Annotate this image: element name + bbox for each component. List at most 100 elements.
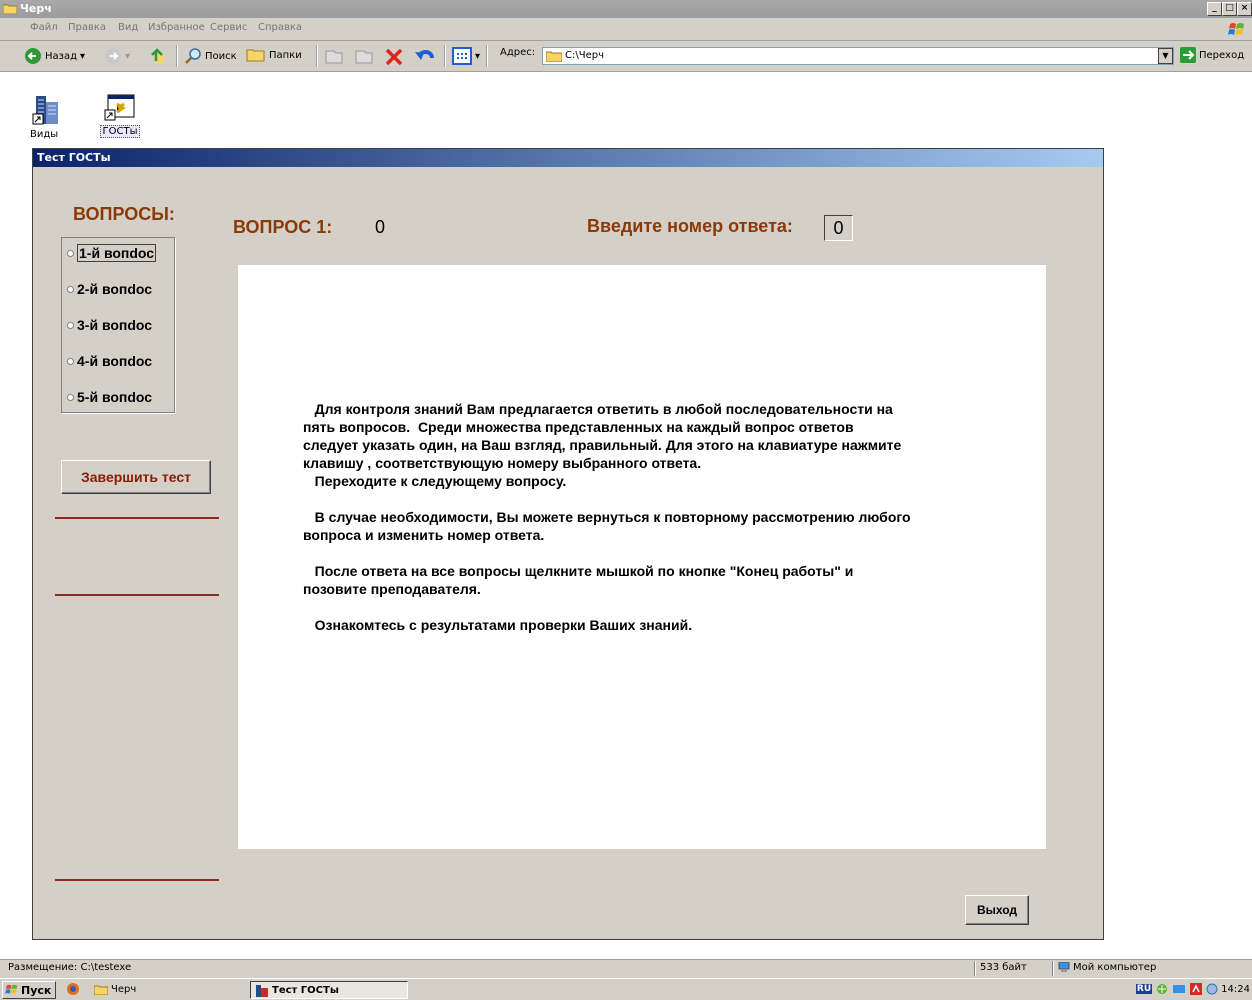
question-radio-label: 3-й вопdос (77, 317, 153, 333)
answer-prompt: Введите номер ответа: (587, 216, 793, 236)
buildings-shortcut-icon (32, 96, 58, 125)
radio-circle-icon (67, 321, 74, 329)
radio-circle-icon (67, 249, 74, 257)
my-computer-icon (1058, 962, 1070, 972)
chevron-down-icon: ▾ (80, 50, 86, 62)
up-folder-icon (150, 48, 164, 63)
taskbar-item-test-gosts[interactable]: Тест ГОСТы (250, 981, 408, 999)
desktop-icon-label: Виды (30, 129, 59, 140)
instructions-panel: Для контроля знаний Вам предлагается отв… (238, 265, 1046, 849)
go-button[interactable]: Переход (1180, 47, 1244, 63)
dialog-title: Тест ГОСТы (37, 151, 111, 164)
start-label: Пуск (21, 983, 52, 997)
questions-radio-group: 1-й вопdос 2-й вопdос 3-й вопdос 4-й воп… (61, 237, 175, 413)
question-radio-2[interactable]: 2-й вопdос (67, 278, 152, 300)
clock-icon[interactable] (1206, 983, 1218, 995)
divider-line (55, 879, 219, 881)
desktop-icon-label: ГОСТы (100, 125, 140, 138)
test-dialog: Тест ГОСТы ВОПРОСЫ: ВОПРОС 1: 0 Введите … (32, 148, 1104, 940)
address-field[interactable]: C:\Черч (542, 47, 1174, 65)
question-radio-label: 1-й вопdос (77, 244, 157, 262)
status-zone-label: Мой компьютер (1073, 962, 1157, 973)
quicklaunch-browser-icon[interactable] (66, 981, 80, 997)
address-value: C:\Черч (565, 50, 604, 61)
go-label: Переход (1199, 49, 1245, 61)
language-indicator[interactable]: RU (1135, 984, 1153, 994)
status-size: 533 байт (980, 962, 1027, 973)
antivirus-icon[interactable] (1189, 982, 1203, 996)
answer-number-field[interactable]: 0 (824, 215, 853, 241)
go-arrow-icon (1180, 47, 1196, 63)
move-to-button[interactable] (324, 47, 344, 65)
firefox-icon (67, 983, 79, 995)
copy-to-icon (355, 50, 373, 64)
start-button[interactable]: Пуск (2, 981, 56, 999)
connection-icon[interactable] (1172, 982, 1186, 996)
menu-file[interactable]: Файл (30, 22, 58, 33)
radio-circle-icon (67, 285, 74, 293)
question-radio-label: 5-й вопdос (77, 389, 153, 405)
back-arrow-icon (25, 48, 41, 64)
search-label: Поиск (205, 50, 237, 62)
question-radio-label: 2-й вопdос (77, 281, 153, 297)
divider-line (55, 594, 219, 596)
folder-icon (94, 985, 108, 995)
windows-logo-icon (1228, 23, 1244, 35)
status-zone: Мой компьютер (1058, 962, 1156, 973)
radio-circle-icon (67, 357, 74, 365)
folder-icon (3, 4, 17, 14)
folders-label: Папки (269, 49, 302, 61)
dialog-titlebar: Тест ГОСТы (33, 149, 1103, 167)
search-icon (185, 48, 201, 64)
desktop-icon-views[interactable]: Виды (30, 94, 66, 140)
divider-line (55, 517, 219, 519)
undo-icon (415, 50, 434, 60)
forward-button[interactable]: ▾ (104, 47, 130, 65)
menu-edit[interactable]: Правка (68, 22, 106, 33)
windows-logo-icon (5, 984, 18, 994)
exit-button[interactable]: Выход (965, 895, 1029, 925)
delete-button[interactable] (384, 47, 404, 67)
address-dropdown-button[interactable]: ▼ (1158, 48, 1173, 64)
question-radio-5[interactable]: 5-й вопdос (67, 386, 152, 408)
taskbar-item-label: Черч (111, 983, 137, 995)
close-button[interactable]: × (1237, 2, 1252, 16)
question-radio-1[interactable]: 1-й вопdос (67, 242, 157, 264)
minimize-button[interactable]: _ (1207, 2, 1222, 16)
window-titlebar: Черч _ □ × (0, 0, 1252, 18)
program-shortcut-icon (104, 94, 135, 121)
copy-to-button[interactable] (354, 47, 374, 65)
maximize-button[interactable]: □ (1222, 2, 1237, 16)
question-radio-4[interactable]: 4-й вопdос (67, 350, 152, 372)
back-button[interactable]: Назад ▾ (24, 47, 85, 65)
menu-tools[interactable]: Сервис (210, 22, 247, 33)
menu-favorites[interactable]: Избранное (148, 22, 205, 33)
menu-view[interactable]: Вид (118, 22, 138, 33)
question-number-label: ВОПРОС 1: (233, 217, 333, 237)
buildings-icon (256, 984, 268, 997)
question-radio-3[interactable]: 3-й вопdос (67, 314, 152, 336)
question-radio-label: 4-й вопdос (77, 353, 153, 369)
chevron-down-icon: ▾ (125, 50, 131, 62)
network-icon[interactable] (1155, 982, 1169, 996)
menu-help[interactable]: Справка (258, 22, 302, 33)
delete-x-icon (385, 48, 403, 66)
folders-button[interactable]: Папки (246, 47, 302, 63)
undo-button[interactable] (414, 47, 436, 67)
folders-icon (246, 49, 265, 62)
taskbar-item-label: Тест ГОСТы (272, 984, 339, 996)
up-folder-button[interactable] (148, 47, 168, 65)
forward-arrow-icon (105, 48, 121, 64)
taskbar-item-cherch[interactable]: Черч (94, 981, 136, 997)
views-grid-icon (452, 47, 472, 65)
chevron-down-icon: ▾ (475, 50, 481, 62)
status-location: Размещение: C:\testexe (8, 962, 132, 973)
taskbar: Пуск Черч Тест ГОСТы RU 14:24 (0, 978, 1252, 1000)
back-label: Назад (45, 50, 78, 62)
instructions-text: Для контроля знаний Вам предлагается отв… (303, 401, 911, 633)
search-button[interactable]: Поиск (184, 47, 237, 65)
finish-test-button[interactable]: Завершить тест (61, 460, 211, 494)
desktop-icon-gosts[interactable]: ГОСТы (100, 94, 140, 138)
views-button[interactable]: ▾ (452, 47, 480, 65)
move-to-icon (325, 50, 343, 64)
